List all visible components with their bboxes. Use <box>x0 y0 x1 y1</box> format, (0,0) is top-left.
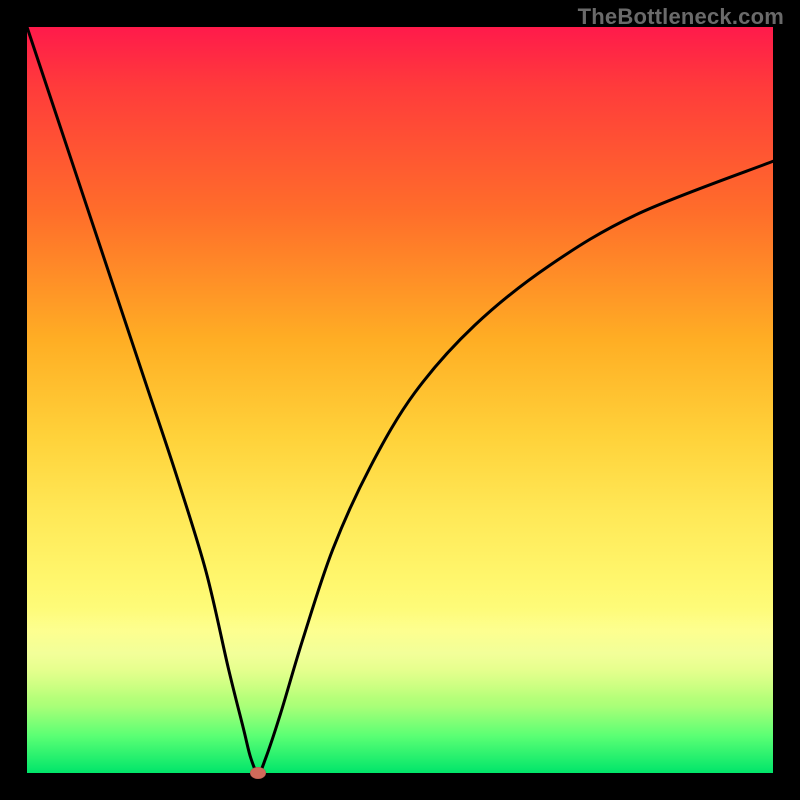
bottleneck-curve <box>27 27 773 773</box>
curve-layer <box>27 27 773 773</box>
watermark-text: TheBottleneck.com <box>578 4 784 30</box>
chart-frame: TheBottleneck.com <box>0 0 800 800</box>
minimum-marker <box>250 767 266 779</box>
plot-area <box>27 27 773 773</box>
